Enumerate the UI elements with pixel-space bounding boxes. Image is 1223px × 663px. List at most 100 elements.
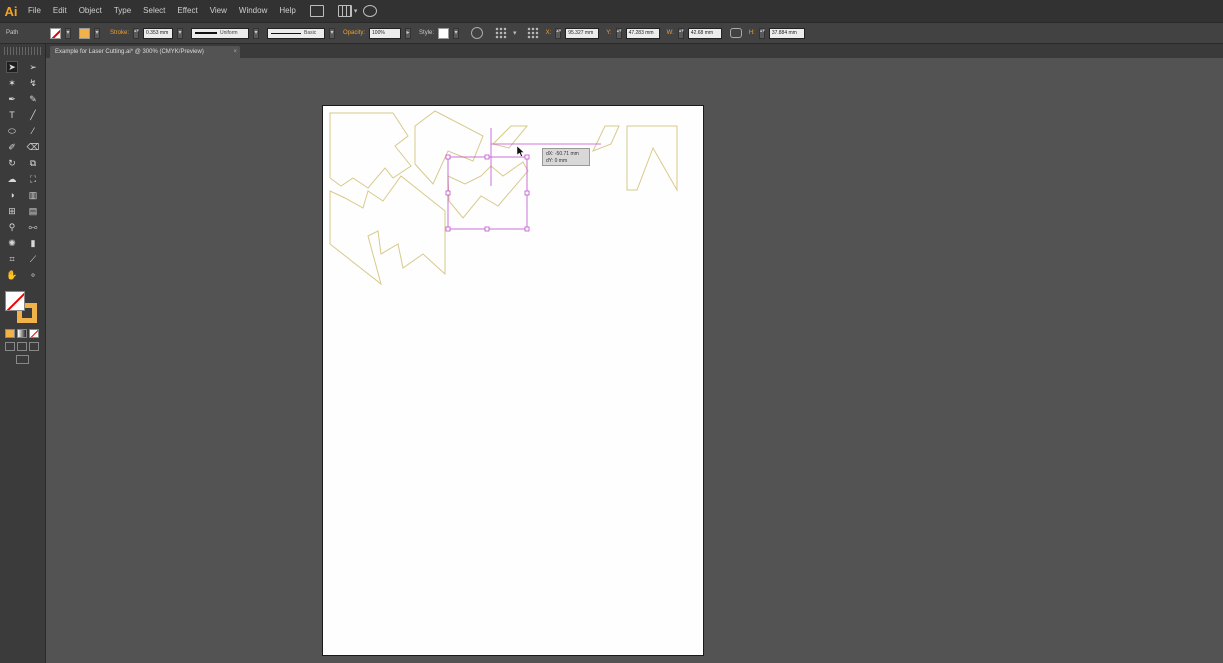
graphic-style-swatch[interactable] [438, 27, 450, 39]
tool-row: ↻ ⧉ [0, 155, 45, 171]
stroke-label[interactable]: Stroke: [110, 30, 129, 36]
menu-select[interactable]: Select [137, 0, 171, 22]
stroke-color-dropdown[interactable]: ▾ [94, 27, 100, 39]
type-icon[interactable]: T [6, 109, 18, 121]
brush-preview [271, 32, 302, 34]
fill-none-icon[interactable] [5, 291, 25, 311]
color-mode-icon[interactable] [5, 329, 15, 338]
zoom-icon[interactable]: ⚬ [27, 269, 39, 281]
h-field[interactable]: 37.884 mm [768, 27, 805, 39]
pen-icon[interactable]: ✒ [6, 93, 18, 105]
shape-chevron-middle [447, 161, 529, 219]
opacity-label[interactable]: Opacity: [343, 30, 365, 36]
graph-icon[interactable]: ▮ [27, 237, 39, 249]
stroke-swatch[interactable] [79, 27, 90, 39]
profile-dropdown[interactable]: ▾ [253, 27, 260, 39]
chevron-down-icon[interactable]: ▾ [513, 29, 517, 37]
menu-view[interactable]: View [204, 0, 233, 22]
hand-icon[interactable]: ✋ [6, 269, 18, 281]
gradient-mode-icon[interactable] [17, 329, 27, 338]
tool-row: ⊞ ▤ [0, 203, 45, 219]
rotate-icon[interactable]: ↻ [6, 157, 18, 169]
lasso-icon[interactable]: ↯ [27, 77, 39, 89]
fill-stroke-widget[interactable] [5, 291, 39, 325]
menu-file[interactable]: File [22, 0, 47, 22]
reference-point-icon[interactable] [526, 27, 539, 39]
direct-selection-icon[interactable]: ➢ [27, 61, 39, 73]
blob-brush-icon[interactable]: ✐ [6, 141, 18, 153]
graphic-style-dropdown[interactable]: ▾ [453, 27, 460, 39]
canvas-area[interactable]: dX: -50.71 mm dY: 0 mm [47, 58, 1223, 663]
menu-help[interactable]: Help [273, 0, 301, 22]
recolor-artwork-icon[interactable] [471, 27, 484, 39]
tooltip-dy: dY: 0 mm [546, 158, 568, 164]
draw-normal-icon[interactable] [5, 342, 15, 351]
artwork[interactable] [323, 106, 705, 657]
handle [445, 226, 451, 232]
perspective-icon[interactable]: ▥ [27, 189, 39, 201]
menu-object[interactable]: Object [73, 0, 108, 22]
menu-type[interactable]: Type [108, 0, 137, 22]
stroke-weight-field[interactable]: 0.353 mm [143, 27, 174, 39]
shape-top-left [329, 112, 412, 189]
fill-dropdown[interactable]: ▾ [65, 27, 71, 39]
selection-bounding-box[interactable] [445, 128, 601, 232]
menu-window[interactable]: Window [233, 0, 273, 22]
shape-builder-icon[interactable]: ◑ [6, 189, 18, 201]
draw-behind-icon[interactable] [17, 342, 27, 351]
selection-icon[interactable]: ➤ [6, 61, 18, 73]
curvature-icon[interactable]: ✎ [27, 93, 39, 105]
gpu-performance-icon[interactable] [363, 5, 378, 17]
w-label: W: [666, 30, 674, 36]
constrain-proportions-icon[interactable] [729, 28, 742, 38]
stroke-weight-stepper[interactable]: ▴▾ [133, 27, 139, 39]
mesh-icon[interactable]: ⊞ [6, 205, 18, 217]
draw-inside-icon[interactable] [29, 342, 39, 351]
variable-width-profile[interactable]: Uniform [191, 27, 250, 39]
blend-icon[interactable]: ⧟ [27, 221, 39, 233]
laser-cut-shapes[interactable] [329, 110, 678, 286]
menu-edit[interactable]: Edit [47, 0, 73, 22]
opacity-dropdown[interactable]: ▸ [405, 27, 412, 39]
y-stepper[interactable]: ▴▾ [615, 27, 622, 39]
line-icon[interactable]: ╱ [27, 109, 39, 121]
free-transform-icon[interactable]: ⛶ [27, 173, 39, 185]
artboard-icon[interactable]: ⌗ [6, 253, 18, 265]
eyedropper-icon[interactable]: ⚲ [6, 221, 18, 233]
document-tab[interactable]: Example for Laser Cutting.ai* @ 300% (CM… [50, 46, 240, 58]
screen-mode-icon[interactable] [16, 355, 29, 364]
close-icon[interactable]: × [233, 46, 237, 58]
y-label: Y: [606, 30, 612, 36]
x-stepper[interactable]: ▴▾ [555, 27, 561, 39]
ellipse-icon[interactable]: ⬭ [6, 125, 18, 137]
x-field[interactable]: 95.327 mm [565, 27, 600, 39]
w-field[interactable]: 42.68 mm [687, 27, 722, 39]
app-logo: Ai [4, 3, 18, 19]
none-mode-icon[interactable] [29, 329, 39, 338]
brush-definition[interactable]: Basic [267, 27, 326, 39]
gradient-icon[interactable]: ▤ [27, 205, 39, 217]
w-stepper[interactable]: ▴▾ [677, 27, 684, 39]
magic-wand-icon[interactable]: ✶ [6, 77, 18, 89]
h-stepper[interactable]: ▴▾ [758, 27, 765, 39]
paintbrush-icon[interactable]: ⁄ [27, 125, 39, 137]
arrange-documents-icon[interactable] [337, 5, 352, 17]
fill-swatch[interactable] [50, 27, 61, 39]
y-field[interactable]: 47.283 mm [625, 27, 660, 39]
symbol-sprayer-icon[interactable]: ✺ [6, 237, 18, 249]
menu-effect[interactable]: Effect [171, 0, 203, 22]
brush-dropdown[interactable]: ▾ [329, 27, 336, 39]
scale-icon[interactable]: ⧉ [27, 157, 39, 169]
menu-bar: Ai File Edit Object Type Select Effect V… [0, 0, 1223, 22]
warp-icon[interactable]: ☁ [6, 173, 18, 185]
panel-grip[interactable] [4, 47, 41, 55]
slice-icon[interactable]: ⟋ [27, 253, 39, 265]
stroke-weight-dropdown[interactable]: ▾ [177, 27, 184, 39]
artboard[interactable] [322, 105, 704, 656]
eraser-icon[interactable]: ⌫ [27, 141, 40, 153]
opacity-field[interactable]: 100% [369, 27, 402, 39]
chevron-down-icon[interactable]: ▾ [354, 7, 358, 15]
handle [484, 226, 490, 232]
bridge-icon[interactable] [309, 5, 324, 17]
align-icon[interactable] [495, 27, 508, 39]
